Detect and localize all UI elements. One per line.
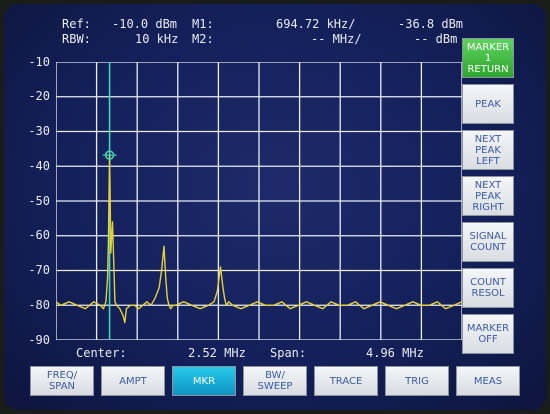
span-value: 4.96 MHz bbox=[366, 346, 424, 360]
bw-sweep-key[interactable]: BW/ SWEEP bbox=[243, 366, 307, 396]
y-tick-label: -30 bbox=[28, 124, 50, 138]
span-label: Span: bbox=[270, 346, 307, 360]
m2-frequency: -- MHz/ bbox=[311, 32, 362, 46]
y-tick-label: -80 bbox=[28, 298, 50, 312]
rbw-label: RBW: bbox=[62, 32, 91, 46]
m1-level: -36.8 dBm bbox=[398, 17, 464, 31]
ref-label: Ref: bbox=[62, 17, 91, 31]
y-tick-label: -20 bbox=[28, 89, 50, 103]
next-peak-left-softkey[interactable]: NEXT PEAK LEFT bbox=[462, 130, 514, 170]
m1-label: M1: bbox=[192, 17, 214, 31]
m2-level: -- dBm bbox=[414, 32, 458, 46]
mkr-key[interactable]: MKR bbox=[172, 366, 236, 396]
freq-span-key[interactable]: FREQ/ SPAN bbox=[30, 366, 94, 396]
ref-value: -10.0 dBm bbox=[112, 17, 178, 31]
y-tick-label: -60 bbox=[28, 228, 50, 242]
peak-softkey[interactable]: PEAK bbox=[462, 84, 514, 124]
trace-key[interactable]: TRACE bbox=[314, 366, 378, 396]
center-value: 2.52 MHz bbox=[188, 346, 246, 360]
marker-off-softkey[interactable]: MARKER OFF bbox=[462, 314, 514, 354]
signal-count-softkey[interactable]: SIGNAL COUNT bbox=[462, 222, 514, 262]
count-resol-softkey[interactable]: COUNT RESOL bbox=[462, 268, 514, 308]
y-tick-label: -70 bbox=[28, 263, 50, 277]
marker1-return-softkey[interactable]: MARKER 1 RETURN bbox=[462, 38, 514, 78]
rbw-value: 10 kHz bbox=[135, 32, 179, 46]
y-tick-label: -90 bbox=[28, 333, 50, 347]
m2-label: M2: bbox=[192, 32, 214, 46]
y-tick-label: -50 bbox=[28, 194, 50, 208]
ampt-key[interactable]: AMPT bbox=[101, 366, 165, 396]
center-label: Center: bbox=[76, 346, 127, 360]
meas-key[interactable]: MEAS bbox=[456, 366, 520, 396]
next-peak-right-softkey[interactable]: NEXT PEAK RIGHT bbox=[462, 176, 514, 216]
y-tick-label: -40 bbox=[28, 159, 50, 173]
y-tick-label: -10 bbox=[28, 55, 50, 69]
trig-key[interactable]: TRIG bbox=[385, 366, 449, 396]
spectrum-plot bbox=[56, 62, 462, 340]
m1-frequency: 694.72 kHz/ bbox=[276, 17, 356, 31]
